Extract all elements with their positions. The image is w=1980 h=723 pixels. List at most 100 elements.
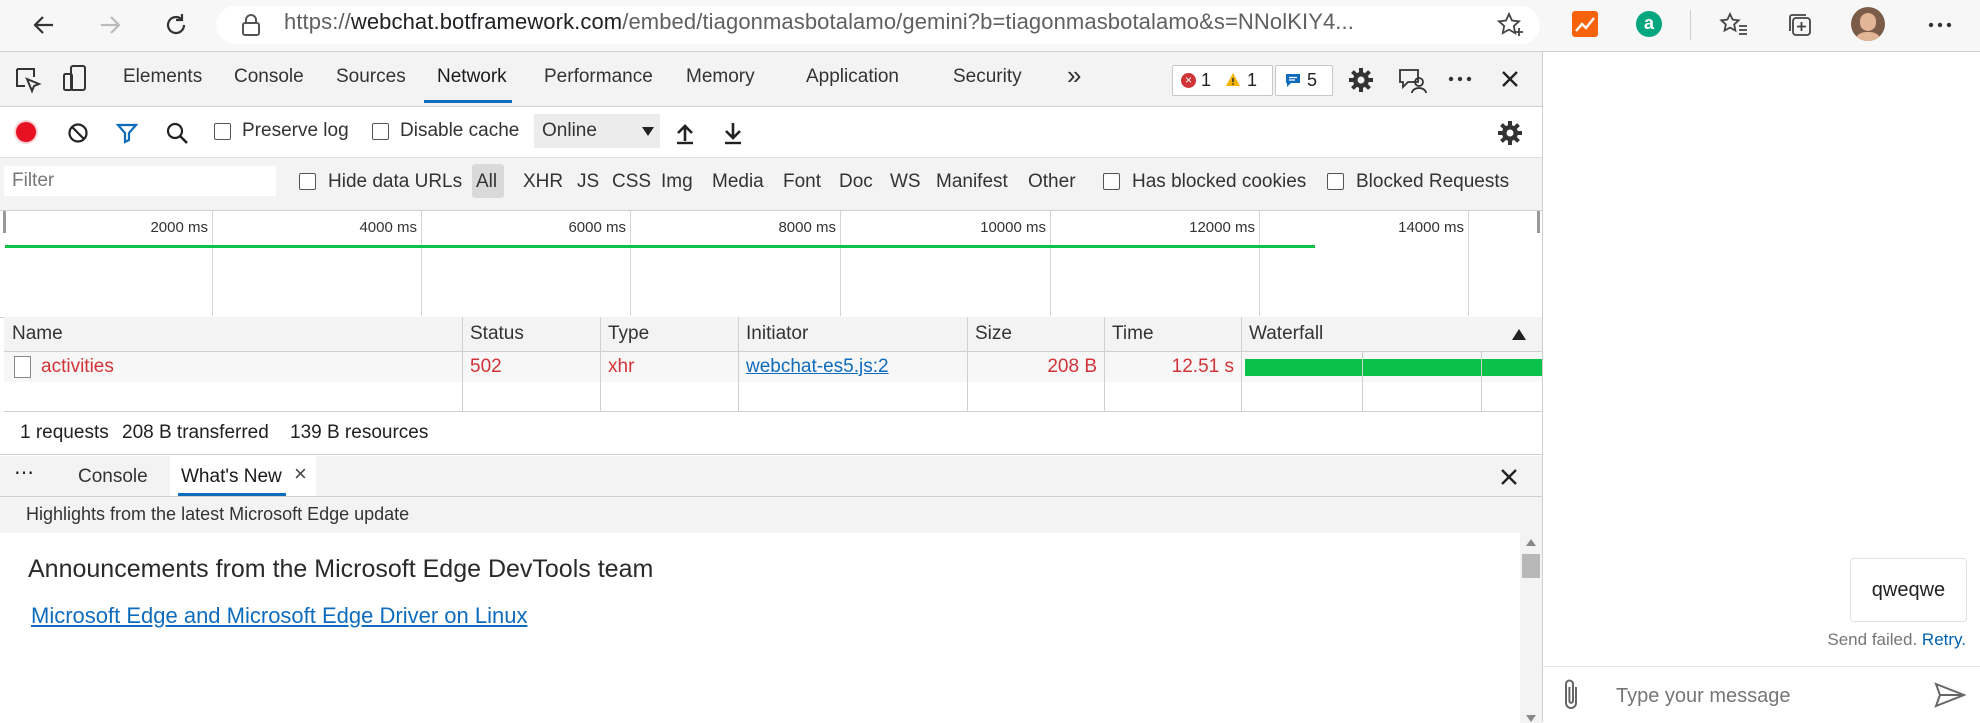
overview-tick: 8000 ms [778,219,836,236]
clear-icon[interactable] [67,122,89,144]
filter-type-ws[interactable]: WS [890,171,921,193]
drawer-tab-whats-new[interactable]: What's New × [170,456,316,496]
import-har-icon[interactable] [674,121,696,145]
url-text[interactable]: https://webchat.botframework.com/embed/t… [284,9,1354,35]
row-initiator-link[interactable]: webchat-es5.js:2 [746,353,889,381]
blocked-requests-checkbox[interactable] [1327,173,1344,190]
favorites-icon[interactable] [1719,11,1749,39]
overview-gridline [212,211,213,316]
drawer-active-indicator [178,493,286,496]
drawer-more-button[interactable]: ⋯ [14,460,35,485]
column-header-waterfall[interactable]: Waterfall [1241,317,1323,351]
column-header-size[interactable]: Size [967,317,1012,351]
filter-type-xhr[interactable]: XHR [523,171,563,193]
close-devtools-icon[interactable] [1500,69,1520,89]
whats-new-scrollbar[interactable] [1520,533,1542,723]
issues-counter[interactable]: × 1 1 [1172,65,1273,96]
network-overview[interactable]: 2000 ms 4000 ms 6000 ms 8000 ms 10000 ms… [0,211,1542,318]
column-header-name[interactable]: Name [4,317,63,351]
feedback-icon[interactable] [1397,65,1427,95]
waterfall-gridline [1362,351,1363,411]
tab-sources[interactable]: Sources [336,66,406,88]
devtools-more-icon[interactable] [1448,76,1472,82]
row-size: 208 B [1047,356,1097,377]
extension-a-icon[interactable]: a [1636,11,1662,37]
back-button[interactable] [26,7,62,43]
more-tabs-button[interactable]: » [1067,60,1081,91]
column-divider [600,317,601,411]
preserve-log-checkbox[interactable] [214,123,231,140]
filter-type-img[interactable]: Img [661,171,693,193]
filter-type-manifest[interactable]: Manifest [936,171,1008,193]
has-blocked-cookies-checkbox[interactable] [1103,173,1120,190]
filter-type-font[interactable]: Font [783,171,821,193]
scroll-up-icon[interactable] [1526,539,1536,546]
attachment-icon[interactable] [1561,678,1581,712]
send-icon[interactable] [1934,682,1966,708]
overview-tick: 6000 ms [568,219,626,236]
add-favorite-icon[interactable] [1497,12,1525,38]
sort-ascending-icon[interactable] [1512,329,1526,340]
device-emulation-icon[interactable] [62,64,88,94]
tab-performance[interactable]: Performance [544,66,653,88]
forward-button[interactable] [92,7,128,43]
throttling-value: Online [542,120,597,141]
messages-counter[interactable]: 5 [1275,65,1333,96]
throttling-select[interactable]: Online [534,114,660,148]
column-header-time[interactable]: Time [1104,317,1154,351]
lock-icon[interactable] [240,13,262,37]
waterfall-gridline [1481,351,1482,411]
filter-input[interactable] [4,166,276,196]
scroll-down-icon[interactable] [1526,715,1536,722]
drawer-tab-console[interactable]: Console [78,466,148,488]
more-options-icon[interactable] [1927,21,1953,29]
filter-type-js[interactable]: JS [577,171,599,193]
network-settings-icon[interactable] [1497,120,1523,146]
tab-elements[interactable]: Elements [123,66,202,88]
message-input[interactable] [1614,679,1918,713]
warning-icon [1226,73,1240,86]
drawer-tab-whats-new-label: What's New [181,466,282,487]
trend-icon [1575,17,1595,32]
collections-icon[interactable] [1786,11,1814,39]
row-name[interactable]: activities [41,353,114,381]
filter-type-doc[interactable]: Doc [839,171,873,193]
tab-console[interactable]: Console [234,66,304,88]
filter-type-css[interactable]: CSS [612,171,651,193]
overview-right-handle[interactable] [1537,211,1540,233]
refresh-icon [166,14,186,35]
devtools-panel: Elements Console Sources Network Perform… [0,52,1543,723]
disable-cache-checkbox[interactable] [372,123,389,140]
filter-type-other[interactable]: Other [1028,171,1076,193]
column-header-initiator[interactable]: Initiator [738,317,808,351]
record-icon[interactable] [16,122,36,142]
filter-icon[interactable] [116,122,138,144]
tab-security[interactable]: Security [953,66,1022,88]
row-status: 502 [470,356,502,377]
refresh-button[interactable] [158,7,194,43]
close-drawer-icon[interactable] [1500,468,1518,486]
tab-memory[interactable]: Memory [686,66,755,88]
search-icon[interactable] [165,121,189,145]
export-har-icon[interactable] [722,121,744,145]
inspect-element-icon[interactable] [14,66,42,94]
tab-network[interactable]: Network [437,66,507,88]
scrollbar-thumb[interactable] [1522,554,1540,578]
overview-left-handle[interactable] [3,211,6,233]
profile-avatar[interactable] [1851,7,1885,41]
tab-application[interactable]: Application [806,66,899,88]
settings-gear-icon[interactable] [1348,67,1374,93]
close-tab-icon[interactable]: × [294,461,307,487]
overview-request-bar [5,245,1315,248]
extension-chart-icon[interactable] [1572,11,1598,37]
column-header-type[interactable]: Type [600,317,649,351]
retry-link[interactable]: Retry. [1922,630,1966,649]
linux-driver-link[interactable]: Microsoft Edge and Microsoft Edge Driver… [31,603,527,629]
filter-type-all[interactable]: All [476,171,497,193]
waterfall-bar[interactable] [1245,359,1542,376]
overview-gridline [1050,211,1051,316]
column-header-status[interactable]: Status [462,317,524,351]
hide-data-urls-checkbox[interactable] [299,173,316,190]
drawer-tabs-bar: ⋯ Console What's New × [0,456,1542,497]
filter-type-media[interactable]: Media [712,171,764,193]
